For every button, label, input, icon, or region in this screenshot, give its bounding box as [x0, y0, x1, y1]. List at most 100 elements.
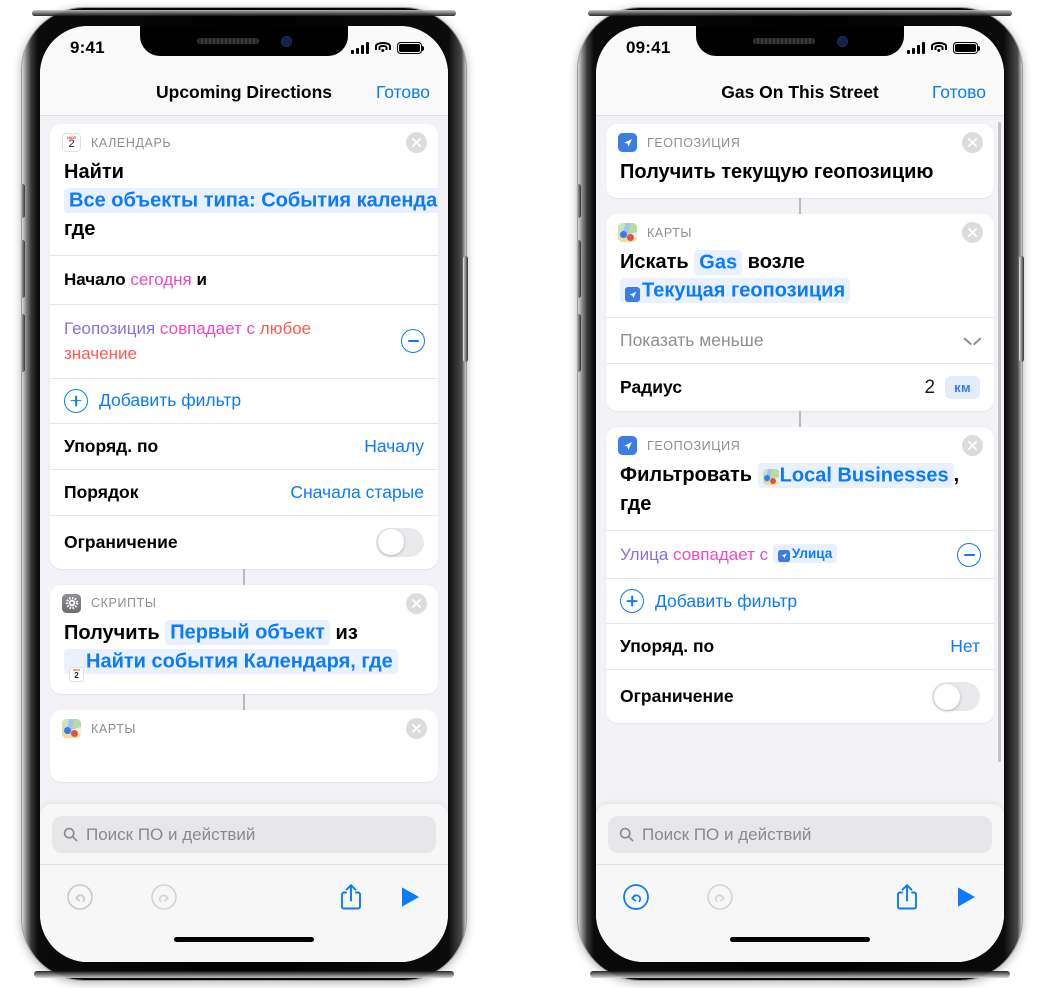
close-icon[interactable]	[962, 222, 983, 244]
screenshot-stage: 9:41 Upcoming Directions Готово ИЮЛ 2 КА…	[0, 0, 1047, 988]
home-indicator	[596, 928, 1004, 962]
maps-icon	[62, 719, 81, 739]
search-input[interactable]	[86, 824, 425, 845]
close-icon[interactable]	[406, 592, 427, 614]
done-button[interactable]: Готово	[376, 82, 430, 103]
action-description[interactable]: Получить текущую геопозицию	[606, 156, 994, 198]
redo-button[interactable]	[706, 883, 734, 911]
close-glyph	[411, 598, 422, 608]
action-card-maps-partial[interactable]: КАРТЫ	[50, 710, 438, 783]
search-input[interactable]	[642, 824, 981, 845]
radius-value[interactable]: 2	[924, 377, 935, 399]
filter-row-street[interactable]: Улица совпадает с Улица	[606, 529, 994, 579]
close-icon[interactable]	[962, 132, 983, 153]
add-filter-button[interactable]: Добавить фильтр	[606, 578, 994, 623]
action-card-maps-search[interactable]: КАРТЫ Искать Gas возле Текущая геопозици…	[606, 214, 994, 412]
row-sort-by[interactable]: Упоряд. по Началу	[50, 422, 438, 469]
parameter-token-local-businesses[interactable]: Local Businesses	[757, 462, 954, 488]
parameter-token-type[interactable]: Все объекты типа: События календаря	[64, 187, 438, 213]
scroll-indicator[interactable]	[998, 122, 1001, 762]
row-order[interactable]: Порядок Сначала старые	[50, 468, 438, 515]
radius-control[interactable]: 2 км	[924, 376, 980, 400]
limit-toggle[interactable]	[376, 527, 424, 557]
limit-toggle[interactable]	[932, 682, 980, 712]
volume-down-button-right[interactable]	[576, 314, 581, 372]
radius-unit-chip[interactable]: км	[945, 376, 980, 400]
search-query-token[interactable]: Gas	[694, 249, 743, 275]
editor-toolbar-left	[40, 864, 448, 928]
ring-switch-left[interactable]	[20, 184, 25, 218]
row-show-less[interactable]: Показать меньше	[606, 317, 994, 363]
power-button-left[interactable]	[463, 256, 468, 362]
wifi-icon	[375, 42, 391, 54]
power-button-right[interactable]	[1019, 256, 1024, 362]
action-card-scripting[interactable]: СКРИПТЫ Получить Первый объект из ИЮЛ 2	[50, 584, 438, 695]
close-icon[interactable]	[406, 718, 427, 740]
share-icon	[897, 883, 917, 909]
action-connector-word: возле	[747, 251, 805, 274]
parameter-token-current-location[interactable]: Текущая геопозиция	[620, 278, 851, 304]
action-description[interactable]: Фильтровать Local Businesses, где	[606, 459, 994, 530]
redo-button[interactable]	[150, 883, 178, 911]
done-button[interactable]: Готово	[932, 82, 986, 103]
remove-filter-button[interactable]	[401, 329, 425, 354]
location-icon	[618, 436, 637, 456]
filter-value-token[interactable]: Улица	[772, 543, 838, 563]
search-box[interactable]	[608, 816, 992, 853]
action-connector	[799, 411, 801, 428]
parameter-token-variable[interactable]: ИЮЛ 2 Найти события Календаря, где	[64, 648, 398, 683]
add-filter-button[interactable]: Добавить фильтр	[50, 377, 438, 423]
volume-up-button-left[interactable]	[20, 240, 25, 298]
share-button[interactable]	[894, 882, 920, 912]
row-label: Показать меньше	[620, 330, 764, 351]
close-glyph	[411, 724, 422, 734]
row-value[interactable]: Началу	[364, 436, 424, 457]
redo-icon	[707, 883, 733, 910]
row-limit[interactable]: Ограничение	[50, 514, 438, 569]
action-card-get-location[interactable]: ГЕОПОЗИЦИЯ Получить текущую геопозицию	[606, 124, 994, 199]
action-description[interactable]: Искать Gas возле Текущая геопозиция	[606, 246, 994, 317]
row-value[interactable]: Сначала старые	[290, 482, 424, 503]
close-icon[interactable]	[406, 132, 427, 153]
location-icon	[625, 287, 640, 303]
filter-operator: совпадает с	[159, 318, 256, 338]
undo-button[interactable]	[622, 883, 650, 911]
filter-row-location[interactable]: Геопозиция совпадает с любое значение	[50, 303, 438, 378]
undo-button[interactable]	[66, 883, 94, 911]
battery-icon	[953, 42, 981, 54]
close-glyph	[411, 137, 422, 148]
share-button[interactable]	[338, 882, 364, 912]
search-box[interactable]	[52, 816, 436, 853]
location-icon	[777, 549, 790, 562]
token-label: Найти события Календаря, где	[86, 650, 393, 673]
volume-down-button-left[interactable]	[20, 314, 25, 372]
speaker-grille-icon	[752, 38, 815, 44]
bottom-sheet-right	[596, 804, 1004, 962]
battery-icon	[397, 42, 425, 54]
row-sort-by[interactable]: Упоряд. по Нет	[606, 623, 994, 669]
wifi-icon	[931, 42, 947, 54]
remove-filter-button[interactable]	[957, 542, 981, 567]
run-button[interactable]	[954, 884, 978, 910]
parameter-token-item[interactable]: Первый объект	[165, 620, 330, 646]
volume-up-button-right[interactable]	[576, 240, 581, 298]
filter-value: сегодня	[130, 270, 192, 290]
search-container	[596, 804, 1004, 864]
action-verb: Фильтровать	[620, 464, 753, 487]
close-icon[interactable]	[962, 435, 983, 457]
status-time: 09:41	[626, 38, 671, 57]
filter-row-start[interactable]: Начало сегодня и	[50, 255, 438, 304]
ring-switch-right[interactable]	[576, 184, 581, 218]
row-radius[interactable]: Радиус 2 км	[606, 363, 994, 411]
action-description[interactable]: Получить Первый объект из ИЮЛ 2 Найти со…	[50, 617, 438, 694]
action-card-calendar[interactable]: ИЮЛ 2 КАЛЕНДАРЬ Найти Все объекты типа: …	[50, 124, 438, 569]
token-label: Local Businesses	[779, 464, 949, 487]
row-value[interactable]: Нет	[950, 636, 980, 657]
action-card-filter-location[interactable]: ГЕОПОЗИЦИЯ Фильтровать Local Businesses …	[606, 427, 994, 724]
row-limit[interactable]: Ограничение	[606, 669, 994, 723]
run-button[interactable]	[398, 884, 422, 910]
token-label: Улица	[791, 545, 833, 561]
action-description[interactable]: Найти Все объекты типа: События календар…	[50, 156, 438, 255]
redo-icon	[151, 883, 177, 910]
action-connector	[243, 694, 245, 711]
